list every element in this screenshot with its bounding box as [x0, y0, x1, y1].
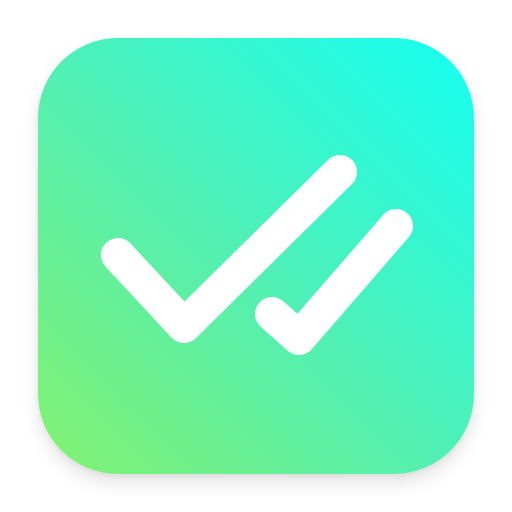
double-checkmark-icon [38, 38, 474, 474]
app-icon[interactable] [38, 38, 474, 474]
icon-canvas [0, 0, 512, 512]
